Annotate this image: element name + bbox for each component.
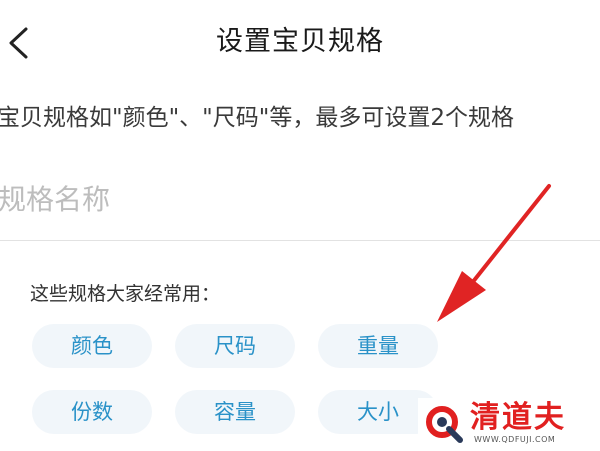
q-logo-icon [426,406,463,443]
watermark: 清道夫 WWW.QDFUJI.COM [418,398,594,448]
watermark-url: WWW.QDFUJI.COM [474,435,556,444]
watermark-text: 清道夫 [470,400,566,435]
annotation-arrow-icon [437,184,551,322]
